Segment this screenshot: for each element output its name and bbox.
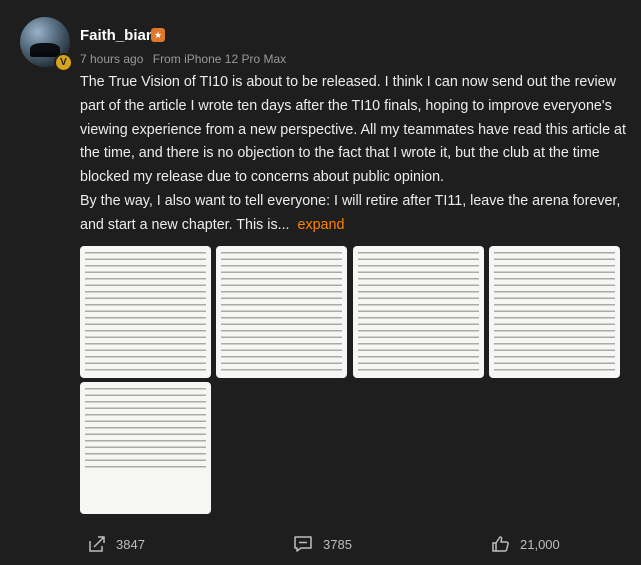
post-body: The True Vision of TI10 is about to be r… <box>80 71 635 238</box>
expand-link[interactable]: expand <box>298 217 345 233</box>
source: From iPhone 12 Pro Max <box>152 52 287 66</box>
comment-button[interactable]: 3785 <box>293 528 352 560</box>
weibo-post: V Faith_bian ★ 7 hours ago From iPhone 1… <box>0 0 641 565</box>
image-thumbnail[interactable] <box>353 246 484 378</box>
paragraph-2: By the way, I also want to tell everyone… <box>80 190 635 238</box>
image-thumbnail[interactable] <box>80 382 211 514</box>
paragraph-2-text: By the way, I also want to tell everyone… <box>80 192 621 233</box>
like-icon <box>492 536 509 552</box>
image-thumbnail[interactable] <box>216 246 347 378</box>
comment-count: 3785 <box>323 536 352 552</box>
share-count: 3847 <box>116 536 145 552</box>
post-meta: 7 hours ago From iPhone 12 Pro Max <box>80 52 286 66</box>
comment-icon <box>294 536 312 552</box>
verified-badge-icon: V <box>54 53 73 72</box>
timestamp: 7 hours ago <box>80 52 144 66</box>
image-thumbnail[interactable] <box>80 246 211 378</box>
share-button[interactable]: 3847 <box>88 528 145 560</box>
paragraph-1: The True Vision of TI10 is about to be r… <box>80 74 626 186</box>
like-count: 21,000 <box>520 536 560 552</box>
action-bar: 3847 3785 21,000 <box>0 528 641 560</box>
level-badge-icon: ★ <box>151 28 165 42</box>
image-thumbnail[interactable] <box>489 246 620 378</box>
username[interactable]: Faith_bian <box>80 27 155 44</box>
like-button[interactable]: 21,000 <box>491 528 560 560</box>
share-icon <box>89 536 105 552</box>
